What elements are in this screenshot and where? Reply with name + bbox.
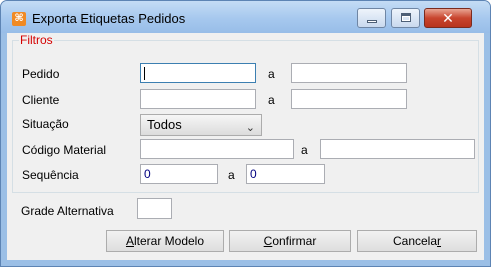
maximize-button[interactable]: [391, 8, 420, 28]
cliente-separator: a: [268, 93, 275, 107]
pedido-to-input[interactable]: [291, 63, 407, 83]
sequencia-to-value: 0: [250, 167, 257, 181]
text-caret: [144, 67, 145, 80]
sequencia-from-value: 0: [144, 167, 151, 181]
minimize-icon: [367, 20, 377, 23]
chevron-down-icon: ⌄: [245, 122, 255, 134]
codigo-material-label: Código Material: [22, 143, 107, 157]
cancelar-button[interactable]: Cancelar: [357, 230, 477, 252]
cancelar-label: Cancela: [392, 234, 438, 248]
confirmar-label: onfirmar: [272, 234, 317, 248]
grade-alternativa-label: Grade Alternativa: [21, 204, 114, 218]
pedido-label: Pedido: [22, 67, 60, 81]
minimize-button[interactable]: [357, 8, 386, 28]
sequencia-label: Sequência: [22, 168, 79, 182]
situacao-label: Situação: [22, 117, 69, 131]
title-bar[interactable]: ⌘ Exporta Etiquetas Pedidos ✕: [1, 1, 490, 33]
pedido-from-input[interactable]: [140, 63, 256, 83]
cliente-to-input[interactable]: [291, 89, 407, 109]
grade-alternativa-input[interactable]: [137, 198, 172, 219]
cancelar-accesskey: r: [437, 234, 442, 248]
filters-group: Filtros Pedido a Cliente a Situação Todo…: [12, 34, 479, 193]
situacao-selected-value: Todos: [147, 117, 182, 132]
confirmar-button[interactable]: Confirmar: [229, 230, 351, 252]
maximize-icon: [401, 13, 411, 22]
dialog-client-area: Filtros Pedido a Cliente a Situação Todo…: [7, 33, 484, 260]
sequencia-separator: a: [228, 168, 235, 182]
sequencia-from-input[interactable]: 0: [140, 164, 218, 184]
pedido-separator: a: [268, 67, 275, 81]
situacao-select[interactable]: Todos ⌄: [140, 114, 262, 136]
codigo-material-to-input[interactable]: [320, 139, 475, 159]
codigo-material-separator: a: [301, 143, 308, 157]
close-icon: ✕: [442, 10, 454, 26]
cliente-label: Cliente: [22, 93, 60, 107]
close-button[interactable]: ✕: [424, 8, 472, 28]
dialog-window: ⌘ Exporta Etiquetas Pedidos ✕ Filtros Pe…: [0, 0, 491, 267]
codigo-material-from-input[interactable]: [140, 139, 294, 159]
cliente-from-input[interactable]: [140, 89, 256, 109]
alterar-modelo-accesskey: A: [125, 234, 134, 248]
alterar-modelo-label: lterar Modelo: [133, 234, 205, 248]
window-title: Exporta Etiquetas Pedidos: [32, 11, 186, 26]
sequencia-to-input[interactable]: 0: [246, 164, 325, 184]
filters-group-title: Filtros: [19, 33, 54, 47]
alterar-modelo-button[interactable]: Alterar Modelo: [106, 230, 224, 252]
app-icon: ⌘: [12, 12, 26, 26]
